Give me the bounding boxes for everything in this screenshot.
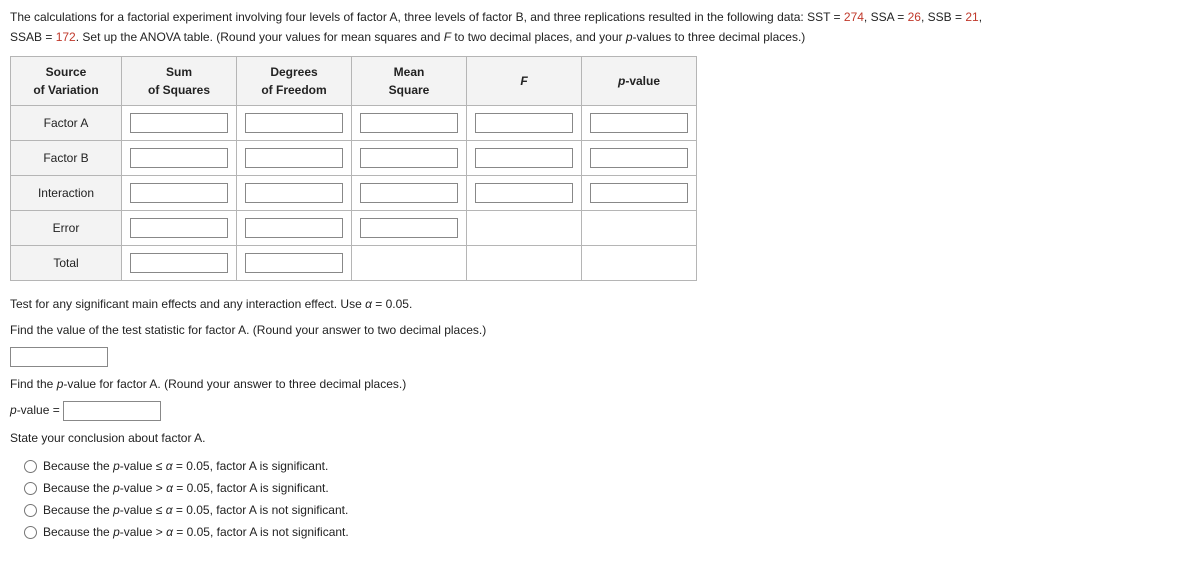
factor-a-pvalue-question: Find the p-value for factor A. (Round yo… <box>10 375 1190 393</box>
prompt-text: The calculations for a factorial experim… <box>10 10 844 24</box>
rowlabel-total: Total <box>11 246 122 281</box>
p-label: p <box>10 403 17 417</box>
conclusion-options: Because the p-value ≤ α = 0.05, factor A… <box>10 455 1190 543</box>
interaction-ms-input[interactable] <box>360 183 458 203</box>
col-source: Sourceof Variation <box>11 57 122 106</box>
error-ss-input[interactable] <box>130 218 228 238</box>
option-3-radio[interactable] <box>24 504 37 517</box>
sst-value: 274 <box>844 10 864 24</box>
p-label-eq: -value = <box>17 403 63 417</box>
row-error: Error <box>11 211 697 246</box>
total-ss-input[interactable] <box>130 253 228 273</box>
option-2[interactable]: Because the p-value > α = 0.05, factor A… <box>10 477 1190 499</box>
question-prompt: The calculations for a factorial experim… <box>10 8 1190 46</box>
factor-a-pvalue-input[interactable] <box>63 401 161 421</box>
rowlabel-interaction: Interaction <box>11 176 122 211</box>
prompt-text: , <box>979 10 982 24</box>
col-df: Degreesof Freedom <box>237 57 352 106</box>
col-ss: Sumof Squares <box>122 57 237 106</box>
option-1-radio[interactable] <box>24 460 37 473</box>
total-df-input[interactable] <box>245 253 343 273</box>
factor-b-p-input[interactable] <box>590 148 688 168</box>
rowlabel-factor-a: Factor A <box>11 106 122 141</box>
f-symbol: F <box>444 30 451 44</box>
option-1-label: Because the p-value ≤ α = 0.05, factor A… <box>43 457 328 475</box>
option-4[interactable]: Because the p-value > α = 0.05, factor A… <box>10 521 1190 543</box>
row-interaction: Interaction <box>11 176 697 211</box>
factor-b-df-input[interactable] <box>245 148 343 168</box>
factor-b-f-input[interactable] <box>475 148 573 168</box>
conclusion-intro: State your conclusion about factor A. <box>10 429 1190 447</box>
interaction-f-input[interactable] <box>475 183 573 203</box>
interaction-p-input[interactable] <box>590 183 688 203</box>
factor-b-ss-input[interactable] <box>130 148 228 168</box>
anova-table: Sourceof Variation Sumof Squares Degrees… <box>10 56 697 281</box>
interaction-df-input[interactable] <box>245 183 343 203</box>
interaction-ss-input[interactable] <box>130 183 228 203</box>
option-3-label: Because the p-value ≤ α = 0.05, factor A… <box>43 501 348 519</box>
factor-a-ms-input[interactable] <box>360 113 458 133</box>
test-intro: Test for any significant main effects an… <box>10 295 1190 313</box>
factor-b-ms-input[interactable] <box>360 148 458 168</box>
col-f: F <box>467 57 582 106</box>
p-symbol: p <box>626 30 633 44</box>
col-ms: MeanSquare <box>352 57 467 106</box>
prompt-text: to two decimal places, and your <box>451 30 626 44</box>
row-total: Total <box>11 246 697 281</box>
rowlabel-error: Error <box>11 211 122 246</box>
factor-a-ss-input[interactable] <box>130 113 228 133</box>
prompt-text: -values to three decimal places.) <box>633 30 806 44</box>
error-df-input[interactable] <box>245 218 343 238</box>
factor-a-stat-question: Find the value of the test statistic for… <box>10 321 1190 339</box>
option-3[interactable]: Because the p-value ≤ α = 0.05, factor A… <box>10 499 1190 521</box>
prompt-text: , SSA = <box>864 10 908 24</box>
factor-a-f-input[interactable] <box>475 113 573 133</box>
factor-a-df-input[interactable] <box>245 113 343 133</box>
ssa-value: 26 <box>908 10 921 24</box>
ssab-value: 172 <box>56 30 76 44</box>
option-4-radio[interactable] <box>24 526 37 539</box>
error-ms-input[interactable] <box>360 218 458 238</box>
row-factor-a: Factor A <box>11 106 697 141</box>
prompt-text: SSAB = <box>10 30 56 44</box>
factor-a-test-stat-input[interactable] <box>10 347 108 367</box>
prompt-text: , SSB = <box>921 10 965 24</box>
factor-a-p-input[interactable] <box>590 113 688 133</box>
ssb-value: 21 <box>965 10 978 24</box>
option-2-radio[interactable] <box>24 482 37 495</box>
option-1[interactable]: Because the p-value ≤ α = 0.05, factor A… <box>10 455 1190 477</box>
row-factor-b: Factor B <box>11 141 697 176</box>
col-pvalue: p-value <box>582 57 697 106</box>
option-4-label: Because the p-value > α = 0.05, factor A… <box>43 523 349 541</box>
prompt-text: . Set up the ANOVA table. (Round your va… <box>76 30 444 44</box>
rowlabel-factor-b: Factor B <box>11 141 122 176</box>
option-2-label: Because the p-value > α = 0.05, factor A… <box>43 479 329 497</box>
